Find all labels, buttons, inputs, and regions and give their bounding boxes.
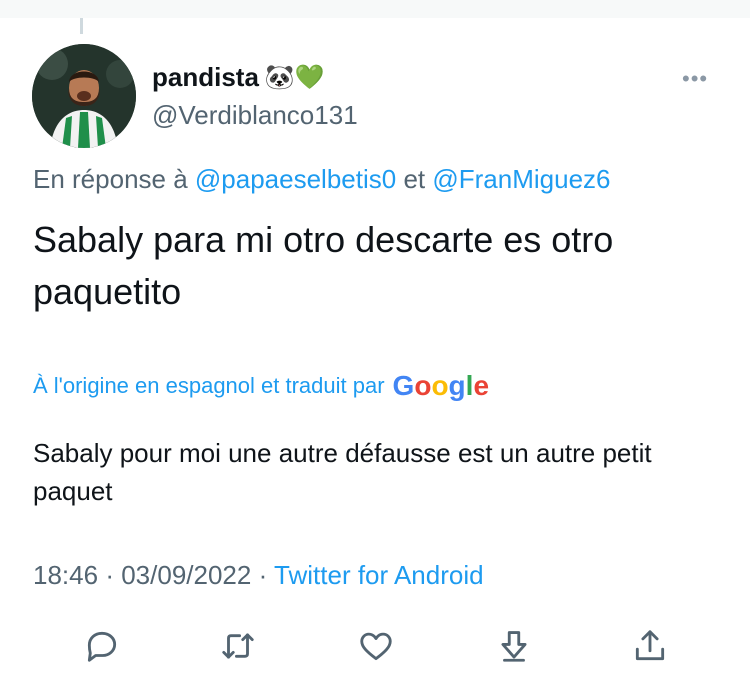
more-options-icon[interactable]: •••: [682, 66, 708, 92]
like-button[interactable]: [352, 622, 400, 670]
top-strip: [0, 0, 750, 18]
tweet-time[interactable]: 18:46: [33, 560, 98, 590]
thread-connector-line: [80, 18, 83, 34]
google-logo: Google: [392, 370, 490, 401]
translation-notice: À l'origine en espagnol et traduit par: [33, 373, 385, 398]
reply-mention-link[interactable]: @FranMiguez6: [432, 164, 610, 194]
avatar-image: [32, 44, 136, 148]
retweet-icon: [222, 633, 254, 659]
separator: ·: [105, 560, 114, 590]
avatar[interactable]: [32, 44, 136, 148]
reply-icon: [87, 631, 117, 662]
share-icon: [635, 630, 665, 661]
reply-conjunction: et: [403, 164, 426, 194]
retweet-button[interactable]: [214, 622, 262, 670]
separator: ·: [258, 560, 268, 590]
share-button[interactable]: [626, 622, 674, 670]
reply-prefix: En réponse à: [33, 164, 188, 194]
reply-mention-link[interactable]: @papaeselbetis0: [195, 164, 396, 194]
tweet-date[interactable]: 03/09/2022: [121, 560, 251, 590]
translated-text: Sabaly pour moi une autre défausse est u…: [33, 438, 652, 506]
translation-attribution[interactable]: À l'origine en espagnol et traduit par G…: [33, 370, 489, 402]
reply-context: En réponse à @papaeselbetis0 et @FranMig…: [33, 164, 611, 195]
download-icon: [501, 631, 527, 662]
download-button[interactable]: [490, 622, 538, 670]
tweet-source-link[interactable]: Twitter for Android: [274, 560, 484, 590]
user-handle[interactable]: @Verdiblanco131: [152, 100, 358, 131]
author-name-row: pandista 🐼💚: [152, 62, 325, 93]
heart-icon: [360, 632, 392, 661]
tweet-actions-bar: [60, 622, 700, 670]
tweet-metadata: 18:46 · 03/09/2022 · Twitter for Android: [33, 560, 484, 591]
name-emojis: 🐼💚: [264, 63, 325, 91]
reply-button[interactable]: [78, 622, 126, 670]
display-name[interactable]: pandista: [152, 62, 259, 93]
tweet-text: Sabaly para mi otro descarte es otro paq…: [33, 219, 614, 312]
